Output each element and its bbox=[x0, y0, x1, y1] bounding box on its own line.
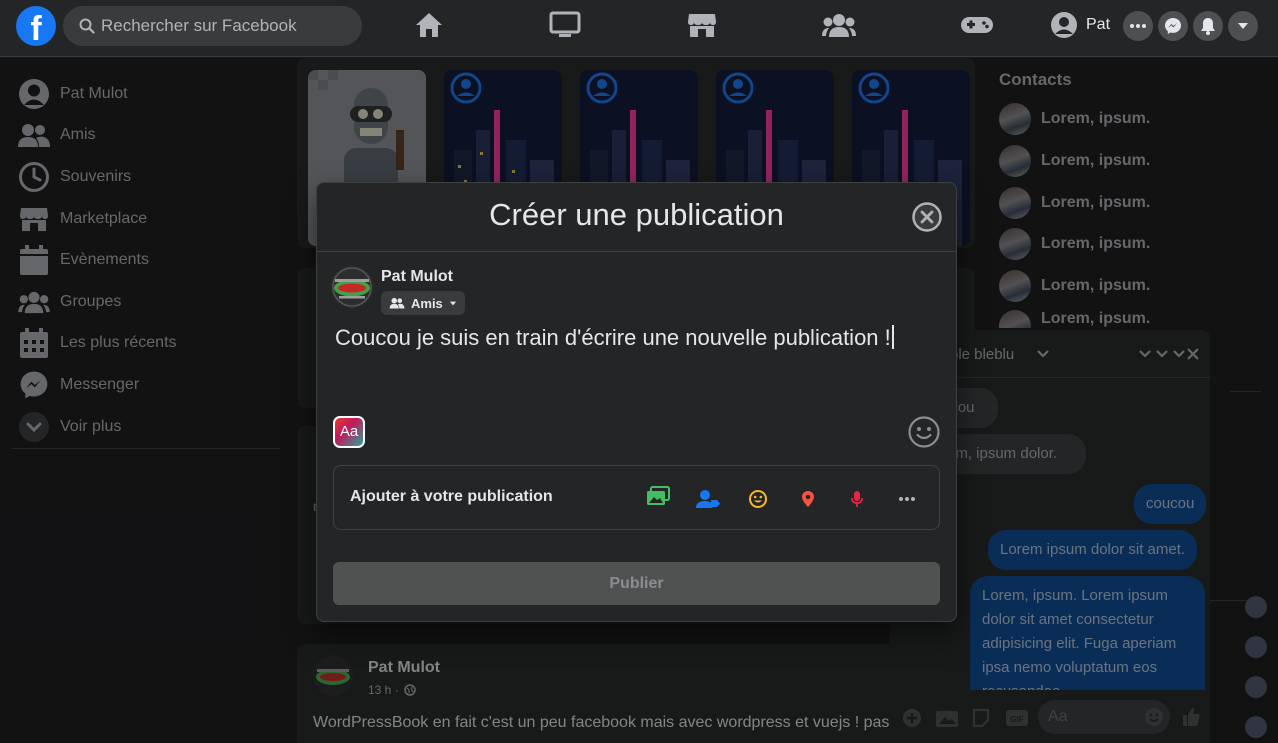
marketplace-tab[interactable] bbox=[682, 8, 722, 42]
search-icon bbox=[79, 18, 95, 34]
author-name: Pat Mulot bbox=[381, 268, 453, 285]
caret-down-icon bbox=[449, 301, 456, 305]
messenger-button[interactable] bbox=[1158, 11, 1188, 41]
notifications-button[interactable] bbox=[1193, 11, 1223, 41]
publish-button[interactable]: Publier bbox=[333, 562, 940, 605]
post-text-content: Coucou je suis en train d'écrire une nou… bbox=[335, 325, 891, 350]
more-options-button[interactable] bbox=[893, 485, 921, 513]
user-avatar-icon bbox=[1051, 12, 1077, 38]
groups-icon bbox=[822, 14, 856, 37]
more-dots-icon bbox=[1130, 24, 1146, 28]
post-text-input[interactable]: Coucou je suis en train d'écrire une nou… bbox=[335, 325, 935, 351]
profile-name: Pat bbox=[1086, 16, 1111, 33]
background-style-button[interactable]: Aa bbox=[333, 416, 365, 448]
check-in-button[interactable] bbox=[794, 485, 822, 513]
more-dots-icon bbox=[899, 497, 915, 501]
add-photo-button[interactable] bbox=[644, 482, 672, 510]
tag-people-button[interactable] bbox=[694, 485, 722, 513]
audience-selector[interactable]: Amis bbox=[381, 291, 465, 315]
microphone-icon bbox=[851, 491, 863, 507]
gamepad-icon bbox=[961, 17, 993, 33]
smiley-icon bbox=[749, 490, 767, 508]
turtles-logo-image bbox=[331, 266, 373, 308]
home-tab[interactable] bbox=[409, 8, 449, 42]
add-to-post-label: Ajouter à votre publication bbox=[350, 488, 553, 505]
feeling-button[interactable] bbox=[744, 485, 772, 513]
monitor-icon bbox=[549, 11, 581, 37]
author-avatar bbox=[331, 266, 373, 308]
search-bar[interactable] bbox=[63, 6, 362, 46]
watch-tab[interactable] bbox=[545, 8, 585, 42]
modal-divider bbox=[317, 251, 956, 252]
groups-tab[interactable] bbox=[819, 8, 859, 42]
friends-icon bbox=[389, 297, 405, 309]
gaming-tab[interactable] bbox=[957, 8, 997, 42]
top-navigation-bar: f Pat bbox=[0, 0, 1278, 57]
location-pin-icon bbox=[802, 491, 814, 507]
audio-button[interactable] bbox=[843, 485, 871, 513]
add-to-post-box: Ajouter à votre publication bbox=[333, 465, 940, 530]
text-cursor bbox=[891, 325, 894, 349]
facebook-logo[interactable]: f bbox=[16, 6, 56, 46]
home-icon bbox=[416, 13, 442, 37]
bell-icon bbox=[1201, 18, 1215, 35]
store-icon bbox=[688, 14, 716, 37]
search-input[interactable] bbox=[101, 16, 341, 36]
close-icon[interactable] bbox=[911, 201, 943, 233]
modal-title: Créer une publication bbox=[489, 197, 784, 232]
profile-shortcut[interactable]: Pat bbox=[1050, 9, 1110, 41]
emoji-icon[interactable] bbox=[908, 416, 940, 448]
photo-video-icon bbox=[647, 486, 670, 505]
account-button[interactable] bbox=[1228, 11, 1258, 41]
messenger-icon bbox=[1165, 18, 1181, 34]
tag-people-icon bbox=[696, 490, 720, 508]
caret-down-icon bbox=[1238, 23, 1248, 29]
create-post-modal: Créer une publication Pat Mulot Amis Cou… bbox=[316, 182, 957, 622]
audience-label: Amis bbox=[411, 295, 443, 311]
menu-button[interactable] bbox=[1123, 11, 1153, 41]
